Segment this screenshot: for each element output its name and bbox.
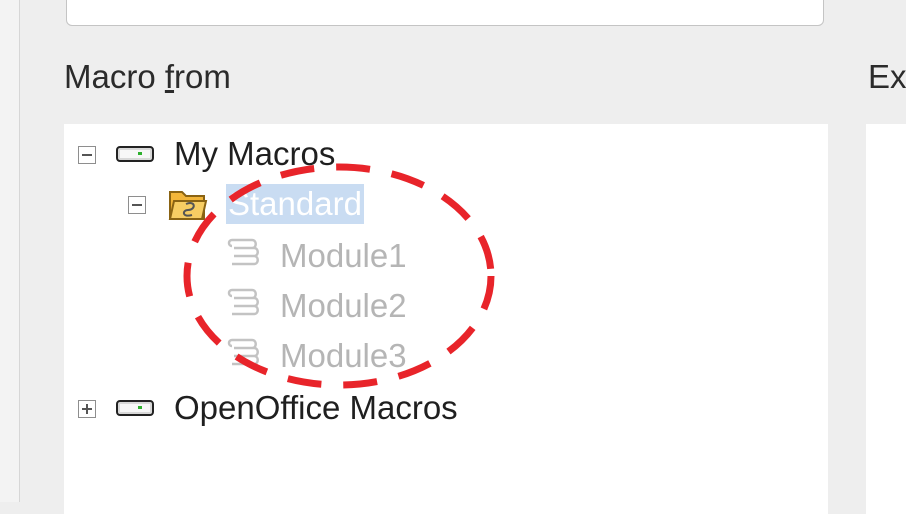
tree-node-module2[interactable]: Module2 bbox=[280, 286, 407, 326]
basic-module-icon bbox=[227, 238, 259, 266]
left-window-edge bbox=[0, 0, 20, 502]
expand-openoffice-macros-icon[interactable] bbox=[78, 400, 96, 418]
macro-name-field[interactable] bbox=[66, 0, 824, 26]
tree-node-openoffice-macros[interactable]: OpenOffice Macros bbox=[174, 388, 458, 428]
existing-macros-list[interactable] bbox=[866, 124, 906, 514]
drive-icon bbox=[116, 400, 154, 416]
basic-module-icon bbox=[227, 288, 259, 316]
macro-from-label-prefix: Macro bbox=[64, 58, 165, 95]
collapse-my-macros-icon[interactable] bbox=[78, 146, 96, 164]
basic-module-icon bbox=[227, 338, 259, 366]
folder-macro-icon bbox=[168, 191, 208, 220]
tree-node-my-macros[interactable]: My Macros bbox=[174, 134, 335, 174]
tree-node-module3[interactable]: Module3 bbox=[280, 336, 407, 376]
macro-from-label: Macro from bbox=[64, 58, 231, 96]
tree-node-module1[interactable]: Module1 bbox=[280, 236, 407, 276]
tree-node-standard[interactable]: Standard bbox=[226, 184, 364, 224]
existing-macros-label: Ex bbox=[868, 58, 906, 95]
drive-icon bbox=[116, 146, 154, 162]
macro-from-label-mnemonic: f bbox=[164, 58, 175, 95]
macro-library-tree[interactable]: My Macros Standard Module1 Module2 Modul… bbox=[64, 124, 828, 514]
collapse-standard-icon[interactable] bbox=[128, 196, 146, 214]
macro-from-label-suffix: rom bbox=[174, 58, 231, 95]
